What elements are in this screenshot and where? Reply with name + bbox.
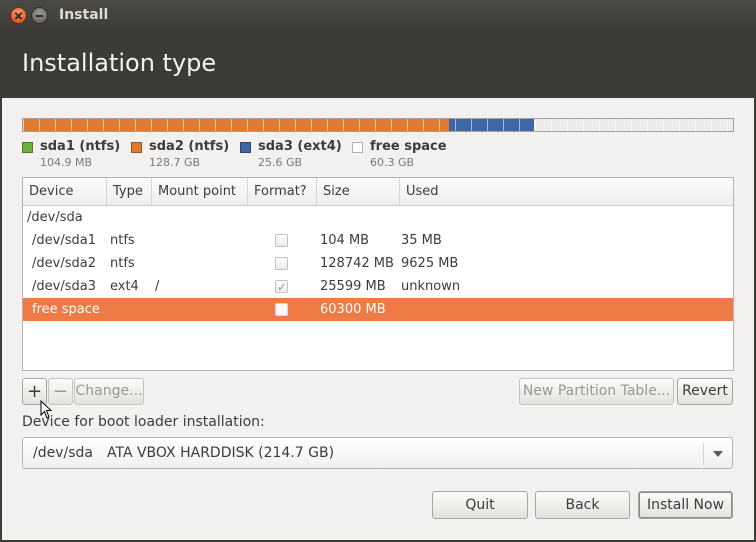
cell-type: ext4 [110, 279, 139, 294]
legend-swatch [22, 142, 33, 153]
partition-table: Device Type Mount point Format? Size Use… [22, 177, 734, 371]
column-used[interactable]: Used [400, 178, 733, 205]
change-partition-button[interactable]: Change... [74, 378, 144, 405]
cell-device: /dev/sda1 [32, 233, 96, 248]
legend-label: sda1 (ntfs) [40, 139, 121, 154]
combo-separator [703, 443, 704, 465]
table-row[interactable]: /dev/sda [23, 206, 733, 229]
new-partition-table-button[interactable]: New Partition Table... [519, 378, 674, 405]
page-header: Installation type [0, 32, 756, 98]
close-icon[interactable] [10, 7, 27, 24]
legend-swatch [352, 142, 363, 153]
bootloader-device-select[interactable]: /dev/sda ATA VBOX HARDDISK (214.7 GB) [22, 437, 733, 469]
title-bar: Install [0, 0, 756, 32]
table-row[interactable]: /dev/sda2 ntfs 128742 MB 9625 MB [23, 252, 733, 275]
legend-swatch [240, 142, 251, 153]
legend-size: 25.6 GB [258, 156, 303, 169]
bootloader-label: Device for boot loader installation: [22, 414, 265, 430]
cell-mount-point: / [155, 279, 160, 294]
cell-size: 128742 MB [320, 256, 394, 271]
cell-device: /dev/sda2 [32, 256, 96, 271]
back-button[interactable]: Back [535, 491, 630, 519]
column-mount-point[interactable]: Mount point [152, 178, 248, 205]
cell-device: /dev/sda [27, 210, 83, 225]
table-row[interactable]: /dev/sda3 ext4 / 25599 MB unknown [23, 275, 733, 299]
cell-used: 35 MB [401, 233, 442, 248]
legend-label: sda3 (ext4) [258, 139, 342, 154]
bootloader-device-description: ATA VBOX HARDDISK (214.7 GB) [107, 445, 335, 461]
revert-button[interactable]: Revert [677, 378, 733, 405]
column-format[interactable]: Format? [248, 178, 317, 205]
chevron-down-icon[interactable] [713, 451, 723, 457]
page-title: Installation type [22, 49, 217, 77]
legend-label: free space [370, 139, 447, 154]
partition-bar [22, 118, 734, 132]
cell-device: free space [32, 302, 100, 317]
bootloader-device: /dev/sda [33, 445, 93, 461]
minimize-icon[interactable] [31, 7, 48, 24]
cell-size: 25599 MB [320, 279, 386, 294]
cell-device: /dev/sda3 [32, 279, 96, 294]
table-row[interactable]: free space 60300 MB [23, 298, 733, 321]
cell-used: unknown [401, 279, 461, 294]
quit-button[interactable]: Quit [432, 491, 528, 519]
table-row[interactable]: /dev/sda1 ntfs 104 MB 35 MB [23, 229, 733, 252]
legend-size: 128.7 GB [149, 156, 201, 169]
main-content: sda1 (ntfs) 104.9 MB sda2 (ntfs) 128.7 GB sd… [2, 98, 754, 540]
legend-swatch [131, 142, 142, 153]
mouse-cursor-icon [40, 400, 53, 419]
legend-size: 104.9 MB [40, 156, 93, 169]
cell-type: ntfs [110, 256, 135, 271]
column-device[interactable]: Device [23, 178, 107, 205]
format-checkbox[interactable] [275, 234, 288, 247]
cell-size: 60300 MB [320, 302, 386, 317]
cell-type: ntfs [110, 233, 135, 248]
format-checkbox[interactable] [275, 276, 288, 299]
cell-used: 9625 MB [401, 256, 459, 271]
format-checkbox[interactable] [275, 303, 288, 316]
partition-bar-grid [23, 119, 733, 131]
legend-label: sda2 (ntfs) [149, 139, 230, 154]
column-type[interactable]: Type [107, 178, 152, 205]
cell-size: 104 MB [320, 233, 370, 248]
column-size[interactable]: Size [317, 178, 400, 205]
install-now-button[interactable]: Install Now [638, 491, 733, 519]
table-header: Device Type Mount point Format? Size Use… [23, 178, 733, 206]
window-title: Install [59, 7, 109, 23]
format-checkbox[interactable] [275, 257, 288, 270]
legend-size: 60.3 GB [370, 156, 415, 169]
